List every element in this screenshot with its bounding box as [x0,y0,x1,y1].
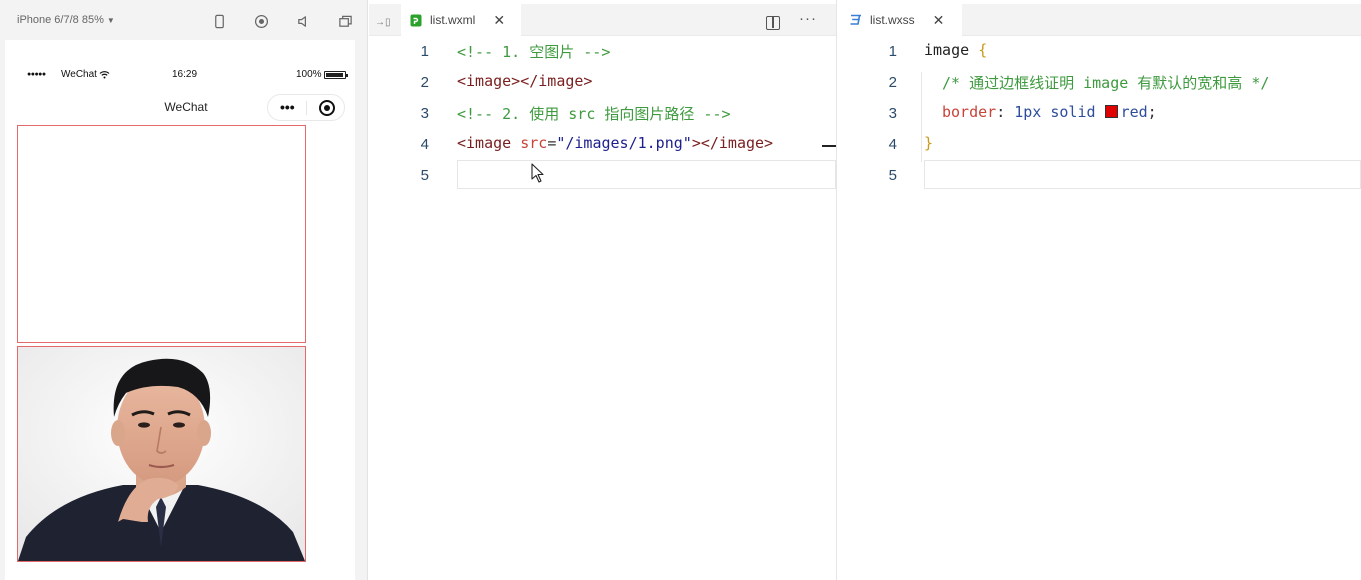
css-value-width: 1px [1014,103,1042,121]
close-tab-icon[interactable]: ✕ [933,12,945,29]
tab-filename: list.wxml [430,13,476,27]
current-line-highlight [457,160,836,189]
simulator-toolbar: iPhone 6/7/8 85% ▼ [0,0,368,40]
code-text: <image></image> [457,72,592,90]
more-dots-icon[interactable]: ••• [280,99,295,115]
record-icon [254,14,268,28]
phone-icon [214,14,224,28]
line-number: 5 [420,167,429,184]
capsule-divider [306,101,307,115]
attr-value: "/images/1.png" [556,134,692,152]
current-line-highlight [924,160,1361,189]
caret-down-icon: ▼ [106,15,115,25]
simulator-panel: iPhone 6/7/8 85% ▼ ●●●●● WeChat 16:29 10… [0,0,368,580]
line-number: 4 [420,136,429,153]
color-swatch-icon[interactable] [1104,105,1118,118]
wxml-tab-strip: →▯ list.wxml ✕ ··· [369,4,836,36]
close-tab-icon[interactable]: ✕ [493,12,505,29]
code-line: 1 <!-- 1. 空图片 --> [369,36,836,67]
portrait-image-element [17,346,306,562]
code-comment: /* 通过边框线证明 image 有默认的宽和高 */ [942,74,1270,92]
wxss-tab-strip: list.wxss ✕ [837,4,1361,36]
wxss-editor-pane: list.wxss ✕ 1 image { 2 /* 通过边框线证明 image… [836,0,1361,580]
wifi-icon [99,70,110,82]
css-property: border [942,103,997,121]
css-semicolon: ; [1147,103,1157,121]
empty-image-element [17,125,306,343]
portrait-photo [18,347,305,561]
wxss-code-area[interactable]: 1 image { 2 /* 通过边框线证明 image 有默认的宽和高 */ … [837,36,1361,580]
wxml-editor-pane: →▯ list.wxml ✕ ··· 1 <!-- 1. 空图片 --> 2 <… [369,0,836,580]
split-editor-icon[interactable] [766,16,780,30]
phone-screen: ●●●●● WeChat 16:29 100% WeChat ••• [5,40,355,580]
code-line: 4 <image src="/images/1.png"></image> [369,129,836,160]
battery-percent: 100% [296,69,322,80]
detach-window-button[interactable] [335,11,355,31]
code-comment: <!-- 2. 使用 src 指向图片路径 --> [457,105,731,123]
code-text: border: 1px solid red; [942,103,1157,121]
code-line: 1 image { [837,36,1361,67]
more-actions-icon[interactable]: ··· [799,10,817,27]
battery-icon [324,71,348,79]
code-text: image { [924,41,987,59]
device-select-label: iPhone 6/7/8 85% [17,14,104,26]
line-number: 3 [888,105,897,122]
line-number: 1 [888,43,897,60]
wxml-file-icon [409,14,422,27]
tag-start: <image [457,134,521,152]
line-number: 2 [420,74,429,91]
tab-list-wxml[interactable]: list.wxml ✕ [401,4,521,36]
attr-eq: = [547,134,557,152]
css-value-color: red [1120,103,1148,121]
tag-open: <image> [457,72,521,90]
code-line: 5 [369,160,836,191]
mouse-pointer-icon [531,163,544,188]
code-line: 2 <image></image> [369,67,836,98]
code-line: 3 border: 1px solid red; [837,98,1361,129]
tab-list-wxss[interactable]: list.wxss ✕ [837,4,962,36]
attr-name: src [520,134,548,152]
line-number: 3 [420,105,429,122]
css-selector: image [924,41,970,59]
navigation-bar: WeChat ••• [5,92,355,122]
tag-close: </image> [520,72,593,90]
device-select[interactable]: iPhone 6/7/8 85% ▼ [17,14,115,26]
code-line: 4 } [837,129,1361,160]
minimap-marker [822,145,836,147]
close-miniprogram-icon[interactable] [319,100,335,116]
speaker-icon [297,15,306,27]
css-value-style: solid [1050,103,1096,121]
volume-button[interactable] [293,11,313,31]
status-bar: ●●●●● WeChat 16:29 100% [5,69,355,85]
line-number: 4 [888,136,897,153]
phone-mode-button[interactable] [209,11,229,31]
line-number: 2 [888,74,897,91]
carrier-label: WeChat [61,69,97,80]
css-file-icon [849,14,862,27]
line-number: 5 [888,167,897,184]
wxml-code-area[interactable]: 1 <!-- 1. 空图片 --> 2 <image></image> 3 <!… [369,36,836,580]
menu-capsule: ••• [267,94,345,121]
record-button[interactable] [251,11,271,31]
status-time: 16:29 [172,69,198,80]
windows-icon [338,15,352,27]
collapse-panel-icon[interactable]: →▯ [375,17,391,28]
signal-icon: ●●●●● [27,71,46,78]
code-comment: <!-- 1. 空图片 --> [457,43,611,61]
code-text: <image src="/images/1.png"></image> [457,134,773,152]
code-line: 3 <!-- 2. 使用 src 指向图片路径 --> [369,98,836,129]
code-line: 2 /* 通过边框线证明 image 有默认的宽和高 */ [837,67,1361,98]
css-colon: : [996,103,1006,121]
line-number: 1 [420,43,429,60]
tab-filename: list.wxss [870,13,915,27]
devtools-window: iPhone 6/7/8 85% ▼ ●●●●● WeChat 16:29 10… [0,0,1361,580]
open-brace: { [978,41,988,59]
code-line: 5 [837,160,1361,191]
close-brace: } [924,134,934,152]
tag-end: ></image> [691,134,774,152]
